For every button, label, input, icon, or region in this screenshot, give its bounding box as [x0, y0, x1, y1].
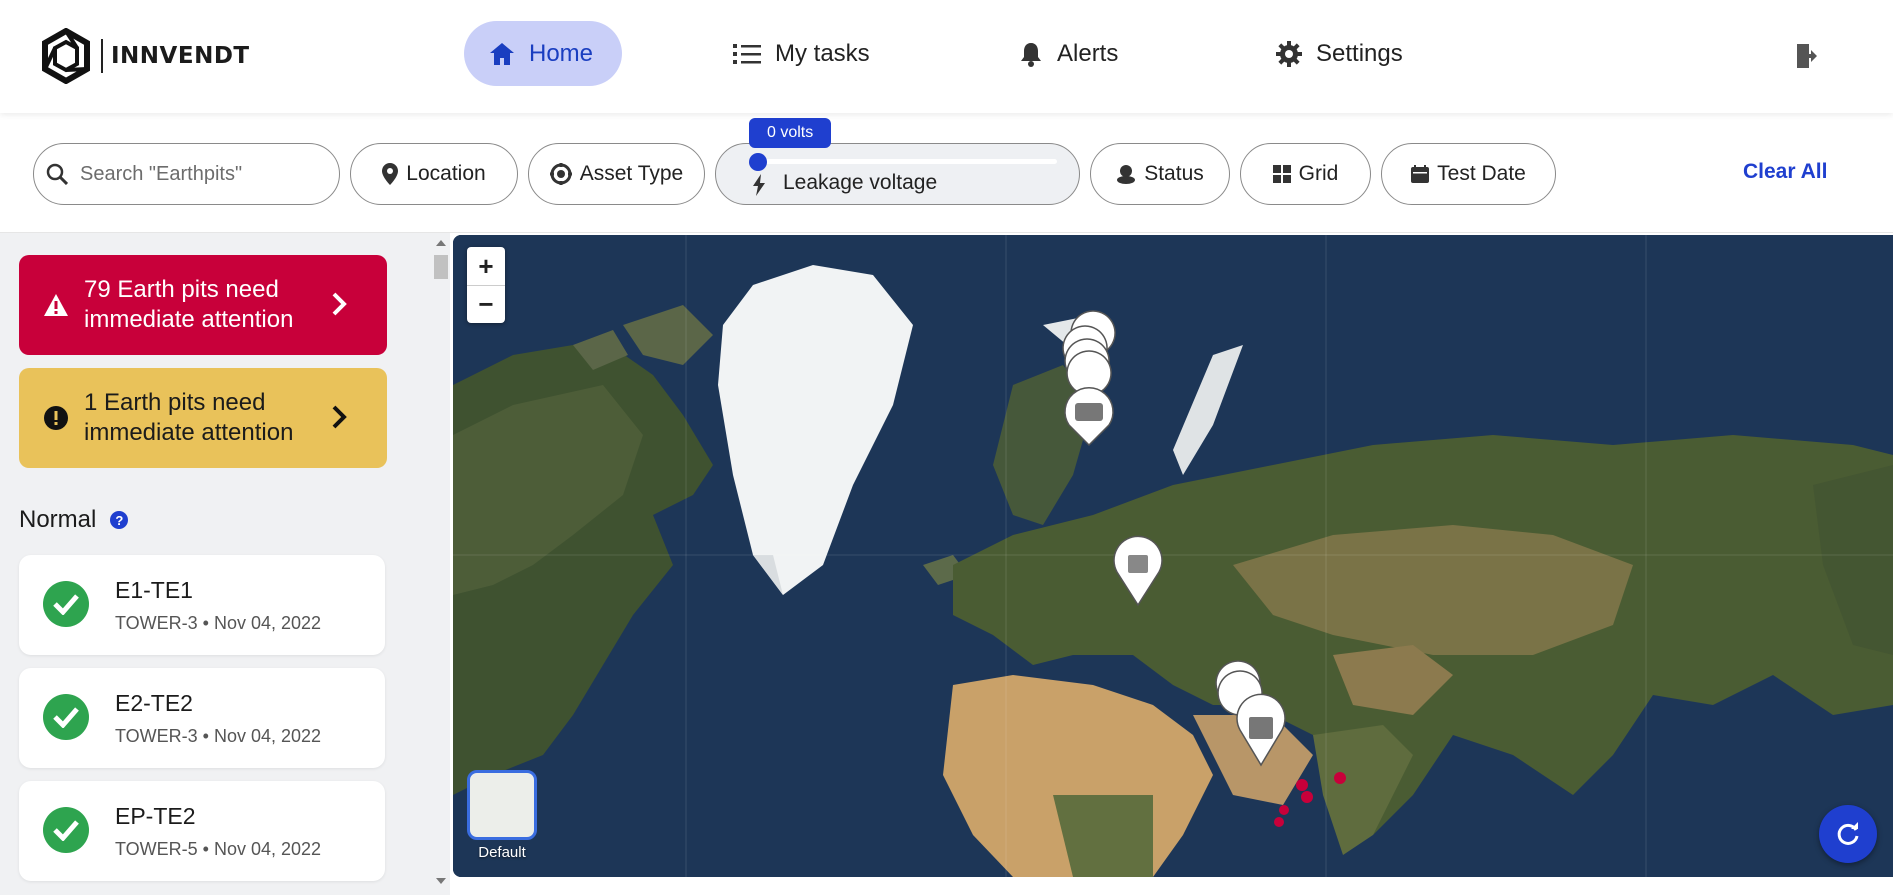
grid-filter-label: Grid: [1298, 162, 1339, 185]
home-icon: [490, 42, 514, 65]
brand-name: INNVENDT: [111, 43, 250, 69]
chevron-right-icon: [332, 405, 347, 429]
scroll-down-arrow[interactable]: [436, 878, 446, 884]
asset-gear-icon: [549, 163, 572, 185]
leakage-voltage-slider[interactable]: Leakage voltage: [715, 143, 1080, 205]
nav-home-label: Home: [529, 39, 594, 67]
logout-button[interactable]: [1795, 42, 1821, 75]
asset-marker-cluster-north: [1062, 310, 1116, 447]
slider-value-tooltip: 0 volts: [749, 118, 832, 148]
calendar-icon: [1411, 165, 1430, 183]
status-filter[interactable]: Status: [1090, 143, 1230, 205]
nav-settings-label: Settings: [1316, 39, 1403, 67]
earthpit-meta: TOWER-5 • Nov 04, 2022: [115, 839, 322, 859]
help-icon[interactable]: ?: [110, 511, 129, 529]
test-date-filter-label: Test Date: [1437, 162, 1526, 185]
earthpit-meta: TOWER-3 • Nov 04, 2022: [115, 726, 322, 746]
refresh-icon: [1837, 822, 1859, 845]
zoom-out-button[interactable]: −: [467, 285, 505, 323]
nav-alerts-label: Alerts: [1057, 39, 1119, 67]
search-input[interactable]: [80, 162, 310, 186]
location-filter-label: Location: [406, 162, 486, 185]
normal-section-heading: Normal ?: [19, 506, 129, 534]
earthpit-name: EP-TE2: [115, 803, 196, 829]
slider-track: [757, 159, 1057, 164]
status-filter-label: Status: [1144, 162, 1204, 185]
filter-bar: Location Asset Type Leakage voltage Stat…: [0, 113, 1893, 233]
gear-icon: [1276, 40, 1302, 67]
earthpit-name: E2-TE2: [115, 690, 193, 716]
app-header: INNVENDT Home My tasks Alerts Settings: [0, 0, 1893, 113]
basemap-label: Default: [478, 844, 526, 861]
slider-label: Leakage voltage: [783, 171, 938, 194]
earthpit-name: E1-TE1: [115, 577, 193, 603]
critical-alert-card[interactable]: 79 Earth pits need immediate attention: [19, 255, 387, 355]
earthpit-card[interactable]: E2-TE2 TOWER-3 • Nov 04, 2022: [19, 668, 385, 768]
nav-settings[interactable]: Settings: [1276, 21, 1403, 86]
test-date-filter[interactable]: Test Date: [1381, 143, 1556, 205]
critical-alert-text: 79 Earth pits need immediate attention: [84, 276, 294, 333]
scroll-up-arrow[interactable]: [436, 240, 446, 246]
world-map-imagery: [453, 235, 1893, 877]
location-filter[interactable]: Location: [350, 143, 518, 205]
refresh-button[interactable]: [1819, 805, 1877, 863]
asset-type-filter[interactable]: Asset Type: [528, 143, 705, 205]
zoom-control: + −: [467, 247, 505, 323]
logo-icon: [42, 28, 90, 84]
list-icon: [733, 43, 761, 64]
sidebar-scrollbar[interactable]: [432, 238, 450, 888]
earthpit-sidebar: 79 Earth pits need immediate attention 1…: [0, 233, 450, 895]
asset-type-filter-label: Asset Type: [579, 162, 684, 185]
warning-triangle-icon: [44, 294, 68, 316]
slider-thumb[interactable]: [749, 153, 767, 171]
map-pin-icon: [382, 163, 399, 185]
bolt-icon: [753, 174, 765, 196]
basemap-switcher[interactable]: Default: [467, 770, 537, 862]
nav-home[interactable]: Home: [464, 21, 622, 86]
grid-icon: [1272, 165, 1291, 183]
earthpit-card[interactable]: EP-TE2 TOWER-5 • Nov 04, 2022: [19, 781, 385, 881]
basemap-thumbnail[interactable]: [467, 770, 537, 840]
check-circle-icon: [43, 694, 89, 740]
zoom-in-button[interactable]: +: [467, 247, 505, 285]
check-circle-icon: [43, 807, 89, 853]
logo[interactable]: INNVENDT: [38, 28, 250, 84]
normal-heading-label: Normal: [19, 506, 97, 533]
bell-icon: [1021, 42, 1041, 67]
grid-filter[interactable]: Grid: [1240, 143, 1371, 205]
scroll-thumb[interactable]: [434, 255, 448, 279]
warning-alert-text: 1 Earth pits need immediate attention: [84, 389, 294, 446]
nav-alerts[interactable]: Alerts: [1019, 21, 1118, 86]
search-icon: [46, 163, 68, 185]
check-circle-icon: [43, 581, 89, 627]
earthpit-card[interactable]: E1-TE1 TOWER-3 • Nov 04, 2022: [19, 555, 385, 655]
nav-tasks-label: My tasks: [775, 39, 870, 67]
chevron-right-icon: [332, 292, 347, 316]
clear-all-link[interactable]: Clear All: [1743, 160, 1827, 184]
status-icon: [1117, 165, 1136, 184]
earthpit-meta: TOWER-3 • Nov 04, 2022: [115, 613, 322, 633]
satellite-map[interactable]: + − Default: [453, 235, 1893, 877]
nav-my-tasks[interactable]: My tasks: [733, 21, 870, 86]
logout-icon: [1797, 44, 1817, 68]
search-box[interactable]: [33, 143, 340, 205]
exclamation-circle-icon: [44, 406, 68, 430]
warning-alert-card[interactable]: 1 Earth pits need immediate attention: [19, 368, 387, 468]
logo-divider: [101, 39, 103, 73]
